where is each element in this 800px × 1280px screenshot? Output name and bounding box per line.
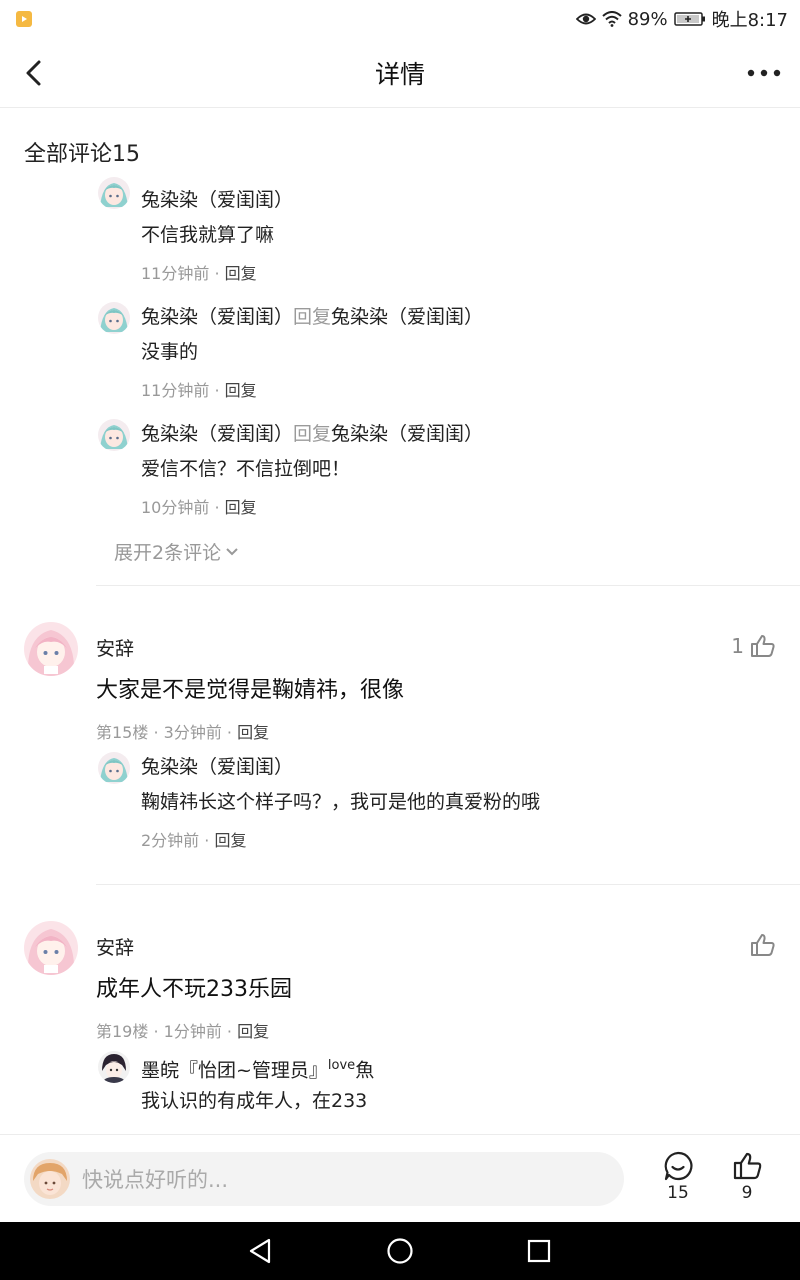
comment-meta: 第15楼 · 3分钟前 · 回复 bbox=[96, 723, 270, 742]
nav-home-button[interactable] bbox=[385, 1236, 415, 1266]
avatar[interactable] bbox=[98, 177, 130, 209]
reply-author[interactable]: 墨皖『怡团~管理员』love魚 bbox=[141, 1051, 374, 1085]
page-title: 详情 bbox=[374, 59, 425, 89]
comment-text: 大家是不是觉得是鞠婧祎，很像 bbox=[96, 678, 405, 703]
thumbs-up-icon bbox=[751, 635, 775, 657]
battery-icon bbox=[673, 12, 705, 26]
comment-item: 安辞 成年人不玩233乐园 第19楼 · 1分钟前 · 回复 墨皖『怡团~管理员… bbox=[24, 921, 784, 1134]
reply-item: 兔染染（爱闺闺）回复兔染染（爱闺闺） 爱信不信？不信拉倒吧！ 10分钟前 · 回… bbox=[98, 419, 778, 529]
divider bbox=[96, 884, 800, 885]
like-button[interactable]: 1 bbox=[731, 634, 776, 658]
nav-recents-button[interactable] bbox=[524, 1236, 554, 1266]
comment-input-bar: 快说点好听的... 15 9 bbox=[0, 1134, 800, 1222]
avatar[interactable] bbox=[98, 419, 130, 451]
more-dots-icon bbox=[747, 69, 781, 77]
reply-author[interactable]: 兔染染（爱闺闺）回复兔染染（爱闺闺） bbox=[141, 302, 483, 332]
reply-button[interactable]: 回复 bbox=[237, 723, 269, 742]
reply-text: 鞠婧祎长这个样子吗？，我可是他的真爱粉的哦 bbox=[141, 791, 541, 813]
reply-item: 兔染染（爱闺闺） 鞠婧祎长这个样子吗？，我可是他的真爱粉的哦 2分钟前 · 回复 bbox=[98, 752, 758, 862]
more-options-button[interactable] bbox=[744, 55, 784, 91]
avatar[interactable] bbox=[24, 622, 78, 676]
like-button[interactable] bbox=[750, 933, 776, 957]
battery-percent: 89% bbox=[627, 8, 668, 30]
comment-list: 全部评论15 兔染染（爱闺闺） 不信我就算了嘛 11分钟前 · 回复 兔染染（爱… bbox=[0, 108, 800, 1134]
comment-count: 15 bbox=[667, 1183, 689, 1203]
avatar[interactable] bbox=[98, 752, 130, 784]
reply-button[interactable]: 回复 bbox=[214, 831, 246, 850]
reply-button[interactable]: 回复 bbox=[225, 381, 257, 400]
reply-text: 我认识的有成年人，在233 bbox=[141, 1090, 368, 1112]
back-button[interactable] bbox=[16, 55, 52, 91]
app-notification-icon bbox=[16, 11, 32, 27]
like-count: 1 bbox=[731, 634, 744, 658]
comment-text: 成年人不玩233乐园 bbox=[96, 977, 292, 1002]
user-avatar bbox=[30, 1159, 70, 1199]
chevron-left-icon bbox=[26, 60, 41, 86]
avatar[interactable] bbox=[24, 921, 78, 975]
reply-meta: 11分钟前 · 回复 bbox=[141, 264, 257, 283]
comments-button[interactable]: 15 bbox=[648, 1151, 708, 1203]
comment-input[interactable]: 快说点好听的... bbox=[24, 1152, 624, 1206]
wifi-icon bbox=[601, 11, 622, 27]
reply-item: 兔染染（爱闺闺）回复兔染染（爱闺闺） 没事的 11分钟前 · 回复 bbox=[98, 302, 778, 412]
top-app-bar: 详情 bbox=[0, 38, 800, 108]
system-nav-bar bbox=[0, 1222, 800, 1280]
reply-text: 没事的 bbox=[141, 341, 199, 363]
triangle-back-icon bbox=[249, 1238, 271, 1264]
square-recents-icon bbox=[527, 1239, 551, 1263]
eye-icon bbox=[575, 13, 596, 25]
reply-button[interactable]: 回复 bbox=[225, 264, 257, 283]
reply-button[interactable]: 回复 bbox=[225, 498, 257, 517]
like-count: 9 bbox=[741, 1183, 753, 1203]
reply-meta: 2分钟前 · 回复 bbox=[141, 831, 247, 850]
reply-meta: 11分钟前 · 回复 bbox=[141, 381, 257, 400]
reply-button[interactable]: 回复 bbox=[237, 1022, 269, 1041]
circle-home-icon bbox=[387, 1238, 413, 1264]
reply-meta: 10分钟前 · 回复 bbox=[141, 498, 257, 517]
comment-bubble-icon bbox=[664, 1151, 693, 1181]
reply-author[interactable]: 兔染染（爱闺闺）回复兔染染（爱闺闺） bbox=[141, 419, 483, 449]
status-bar: 89% 晚上8:17 bbox=[0, 0, 800, 38]
reply-text: 不信我就算了嘛 bbox=[141, 224, 275, 246]
reply-author[interactable]: 兔染染（爱闺闺） bbox=[141, 752, 293, 782]
thumbs-up-icon bbox=[733, 1152, 762, 1180]
reply-author[interactable]: 兔染染（爱闺闺） bbox=[141, 185, 293, 215]
expand-replies-button[interactable]: 展开2条评论 bbox=[114, 538, 239, 565]
reply-text: 爱信不信？不信拉倒吧！ bbox=[141, 458, 351, 480]
like-post-button[interactable]: 9 bbox=[717, 1151, 777, 1203]
thumbs-up-icon bbox=[751, 934, 775, 956]
avatar[interactable] bbox=[98, 302, 130, 334]
comment-author[interactable]: 安辞 bbox=[96, 933, 134, 963]
nav-back-button[interactable] bbox=[245, 1236, 275, 1266]
chevron-down-icon bbox=[226, 547, 238, 555]
comment-meta: 第19楼 · 1分钟前 · 回复 bbox=[96, 1022, 270, 1041]
comment-item: 安辞 大家是不是觉得是鞠婧祎，很像 第15楼 · 3分钟前 · 回复 1 兔染染… bbox=[24, 622, 784, 892]
clock: 晚上8:17 bbox=[711, 10, 788, 31]
avatar[interactable] bbox=[98, 1051, 130, 1083]
input-placeholder: 快说点好听的... bbox=[82, 1168, 229, 1192]
reply-item: 兔染染（爱闺闺） 不信我就算了嘛 11分钟前 · 回复 bbox=[98, 177, 778, 295]
section-title: 全部评论15 bbox=[24, 142, 140, 167]
comment-author[interactable]: 安辞 bbox=[96, 634, 134, 664]
reply-item: 墨皖『怡团~管理员』love魚 我认识的有成年人，在233 bbox=[98, 1051, 758, 1131]
divider bbox=[96, 585, 800, 586]
